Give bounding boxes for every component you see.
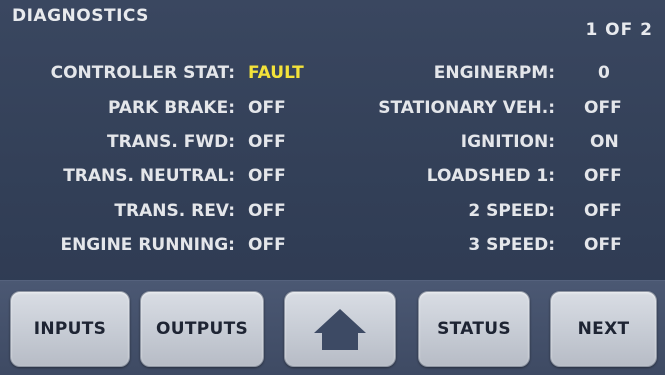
- loadshed-1-value: OFF: [584, 166, 622, 186]
- trans-fwd-label: TRANS. FWD:: [107, 132, 235, 152]
- controller-status-value: FAULT: [248, 63, 304, 83]
- trans-rev-label: TRANS. REV:: [114, 201, 235, 221]
- trans-fwd-value: OFF: [248, 132, 286, 152]
- engine-running-value: OFF: [248, 235, 286, 255]
- two-speed-label: 2 SPEED:: [468, 201, 555, 221]
- page-indicator: 1 OF 2: [585, 20, 653, 40]
- ignition-label: IGNITION:: [460, 132, 555, 152]
- three-speed-value: OFF: [584, 235, 622, 255]
- status-button[interactable]: STATUS: [418, 291, 530, 367]
- home-icon: [311, 306, 369, 352]
- page-title: DIAGNOSTICS: [12, 6, 149, 26]
- outputs-button[interactable]: OUTPUTS: [140, 291, 264, 367]
- inputs-button[interactable]: INPUTS: [10, 291, 130, 367]
- engine-rpm-value: 0: [598, 63, 610, 83]
- trans-neutral-label: TRANS. NEUTRAL:: [63, 166, 235, 186]
- button-bar: INPUTS OUTPUTS STATUS NEXT: [0, 280, 665, 375]
- park-brake-label: PARK BRAKE:: [107, 98, 235, 118]
- home-button[interactable]: [284, 291, 396, 367]
- stationary-vehicle-label: STATIONARY VEH.:: [378, 98, 555, 118]
- trans-rev-value: OFF: [248, 201, 286, 221]
- diagnostics-screen: DIAGNOSTICS 1 OF 2 CONTROLLER STAT: FAUL…: [0, 0, 665, 375]
- engine-running-label: ENGINE RUNNING:: [60, 235, 235, 255]
- two-speed-value: OFF: [584, 201, 622, 221]
- ignition-value: ON: [590, 132, 619, 152]
- next-button[interactable]: NEXT: [550, 291, 657, 367]
- stationary-vehicle-value: OFF: [584, 98, 622, 118]
- controller-status-label: CONTROLLER STAT:: [50, 63, 235, 83]
- engine-rpm-label: ENGINERPM:: [433, 63, 555, 83]
- trans-neutral-value: OFF: [248, 166, 286, 186]
- three-speed-label: 3 SPEED:: [468, 235, 555, 255]
- loadshed-1-label: LOADSHED 1:: [426, 166, 555, 186]
- park-brake-value: OFF: [248, 98, 286, 118]
